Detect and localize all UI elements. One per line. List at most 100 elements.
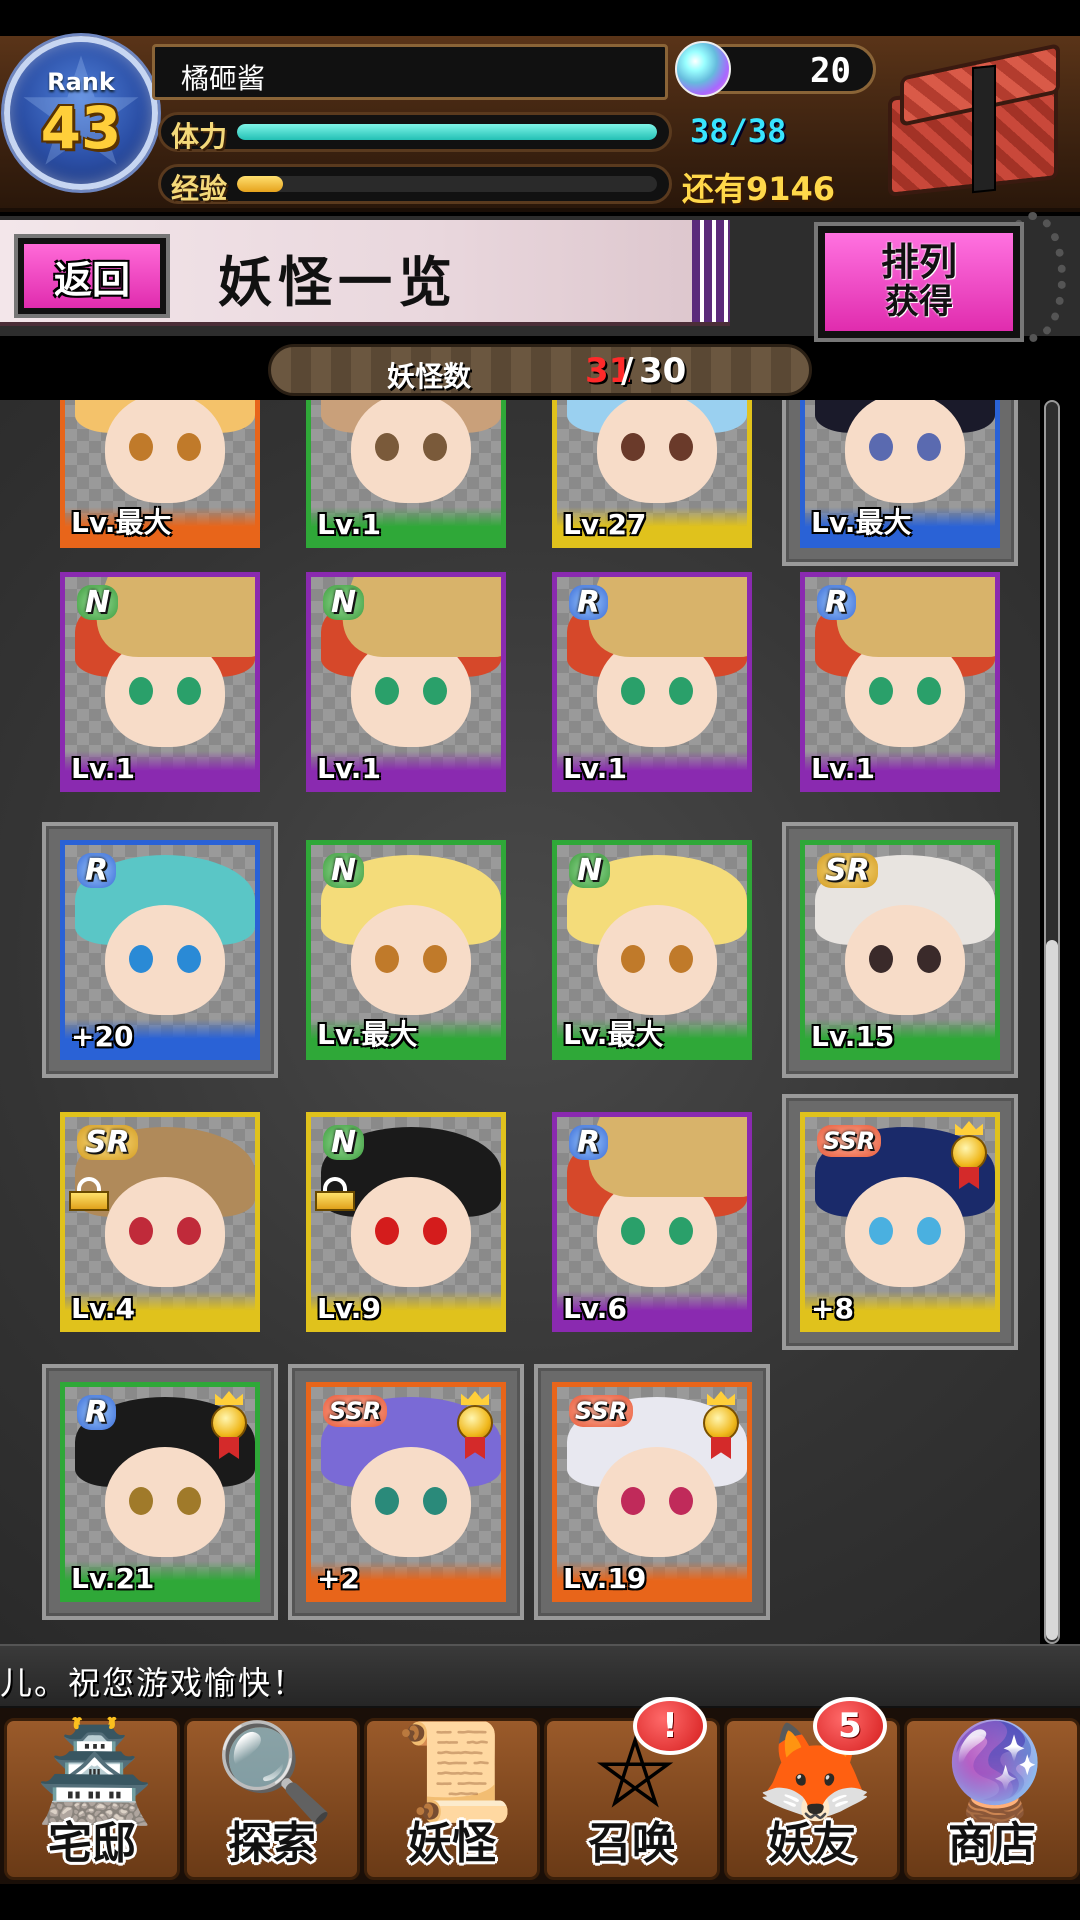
- monster-card[interactable]: R Lv.6: [552, 1112, 752, 1332]
- portrait-eye: [423, 1487, 447, 1515]
- portrait-face: [351, 1447, 471, 1557]
- ticker-text: 儿。祝您游戏愉快！: [0, 1664, 307, 1702]
- portrait-eye: [177, 1487, 201, 1515]
- count-max: 30: [639, 351, 687, 391]
- monster-card[interactable]: Lv.1: [306, 400, 506, 548]
- monster-card[interactable]: SSR +2: [288, 1364, 524, 1620]
- portrait-eye: [129, 677, 153, 705]
- monster-count-bar: 妖怪数 31 / 30: [268, 344, 812, 396]
- rarity-badge: N: [323, 585, 365, 620]
- monster-card[interactable]: Lv.27: [552, 400, 752, 548]
- portrait-eye: [621, 1217, 645, 1245]
- portrait-eye: [375, 1487, 399, 1515]
- nav-label: 探索: [228, 1818, 316, 1869]
- portrait-eye: [917, 433, 941, 461]
- card-level: +2: [317, 1562, 360, 1595]
- rarity-badge: R: [77, 1395, 117, 1430]
- medal-ribbon: [959, 1167, 979, 1189]
- rank-value: 43: [40, 94, 122, 162]
- nav-item-crystal-orb[interactable]: 🔮 商店: [904, 1718, 1080, 1880]
- medal-ribbon: [219, 1437, 239, 1459]
- monster-card[interactable]: R Lv.1: [552, 572, 752, 792]
- portrait-face: [597, 400, 717, 503]
- card-frame: N Lv.1: [60, 572, 260, 792]
- card-frame: N Lv.9: [306, 1112, 506, 1332]
- count-label: 妖怪数: [387, 360, 472, 393]
- bottom-strip: [0, 1884, 1080, 1920]
- gem-count: 20: [810, 51, 851, 91]
- monster-card[interactable]: N Lv.最大: [552, 840, 752, 1060]
- monster-card[interactable]: N Lv.1: [306, 572, 506, 792]
- monster-card[interactable]: Lv.最大: [782, 400, 1018, 566]
- medal-icon: [209, 1391, 249, 1461]
- card-frame: R Lv.21: [60, 1382, 260, 1602]
- monster-card[interactable]: SSR +8: [782, 1094, 1018, 1350]
- monster-card[interactable]: N Lv.9: [306, 1112, 506, 1332]
- rank-badge[interactable]: ★ Rank 43: [4, 36, 158, 190]
- nav-item-mansion[interactable]: 🏯 宅邸: [4, 1718, 180, 1880]
- card-level: +20: [71, 1020, 134, 1053]
- portrait-eye: [621, 433, 645, 461]
- card-frame: SR Lv.15: [800, 840, 1000, 1060]
- monster-card[interactable]: SR Lv.4: [60, 1112, 260, 1332]
- news-ticker: 儿。祝您游戏愉快！: [0, 1644, 1080, 1708]
- nav-item-scroll[interactable]: 📜 妖怪: [364, 1718, 540, 1880]
- rarity-badge: R: [77, 853, 117, 888]
- nav-label: 商店: [948, 1818, 1036, 1869]
- lock-icon: [315, 1177, 355, 1211]
- nav-item-pentagram[interactable]: ⛤ 召唤!: [544, 1697, 720, 1880]
- medal-crown: [955, 1121, 983, 1135]
- bottom-nav: 🏯 宅邸 🔍 探索 📜 妖怪 ⛤ 召唤! 🦊 妖友 5 🔮 商店: [0, 1697, 1080, 1884]
- portrait-eye: [129, 433, 153, 461]
- treasure-chest-icon[interactable]: [880, 42, 1070, 198]
- sort-button[interactable]: 排列 获得: [814, 222, 1024, 342]
- nav-item-fox-girl[interactable]: 🦊 妖友 5: [724, 1697, 900, 1880]
- monster-card[interactable]: R Lv.1: [800, 572, 1000, 792]
- portrait-eye: [917, 677, 941, 705]
- portrait-eye: [621, 1487, 645, 1515]
- chest-strap: [972, 64, 996, 194]
- count-separator: /: [621, 351, 634, 391]
- portrait-face: [351, 1177, 471, 1287]
- notification-badge: !: [633, 1697, 707, 1755]
- monster-card[interactable]: N Lv.最大: [306, 840, 506, 1060]
- gem-counter[interactable]: 20: [675, 41, 876, 97]
- back-label: 返回: [53, 257, 130, 302]
- scrollbar[interactable]: [1040, 400, 1064, 1644]
- card-frame: R Lv.6: [552, 1112, 752, 1332]
- portrait-eye: [423, 433, 447, 461]
- card-frame: N Lv.最大: [306, 840, 506, 1060]
- sort-button-face: 排列 获得: [825, 233, 1013, 331]
- medal-ribbon: [465, 1437, 485, 1459]
- portrait-face: [597, 905, 717, 1015]
- portrait-eye: [669, 945, 693, 973]
- rarity-badge: N: [323, 853, 365, 888]
- portrait-face: [845, 905, 965, 1015]
- medal-disc: [951, 1135, 987, 1171]
- nav-label: 宅邸: [48, 1818, 136, 1869]
- stamina-fill: [237, 124, 657, 140]
- monster-card[interactable]: R Lv.21: [42, 1364, 278, 1620]
- notification-badge: 5: [813, 1697, 887, 1755]
- sort-mode: 获得: [885, 282, 953, 323]
- rarity-badge: SR: [817, 853, 878, 888]
- scroll-thumb[interactable]: [1046, 940, 1058, 1640]
- sort-label: 排列: [880, 240, 957, 285]
- monster-card[interactable]: Lv.最大: [60, 400, 260, 548]
- monster-card[interactable]: R +20: [42, 822, 278, 1078]
- card-frame: SSR +2: [306, 1382, 506, 1602]
- rarity-badge: N: [323, 1125, 365, 1160]
- back-button[interactable]: 返回: [14, 234, 170, 318]
- exp-fill: [237, 176, 284, 192]
- monster-card[interactable]: SSR Lv.19: [534, 1364, 770, 1620]
- portrait-eye: [917, 945, 941, 973]
- portrait-face: [105, 1447, 225, 1557]
- monster-card[interactable]: SR Lv.15: [782, 822, 1018, 1078]
- card-frame: SR Lv.4: [60, 1112, 260, 1332]
- nav-item-magnifier-map[interactable]: 🔍 探索: [184, 1718, 360, 1880]
- monster-grid[interactable]: Lv.最大 Lv.1 Lv.27 Lv.最大 N Lv.1 N Lv.1 R Lv.1 R Lv.1 R…: [0, 400, 1040, 1644]
- monster-card[interactable]: N Lv.1: [60, 572, 260, 792]
- portrait-face: [105, 400, 225, 503]
- card-frame: R Lv.1: [800, 572, 1000, 792]
- card-level: Lv.1: [317, 752, 381, 785]
